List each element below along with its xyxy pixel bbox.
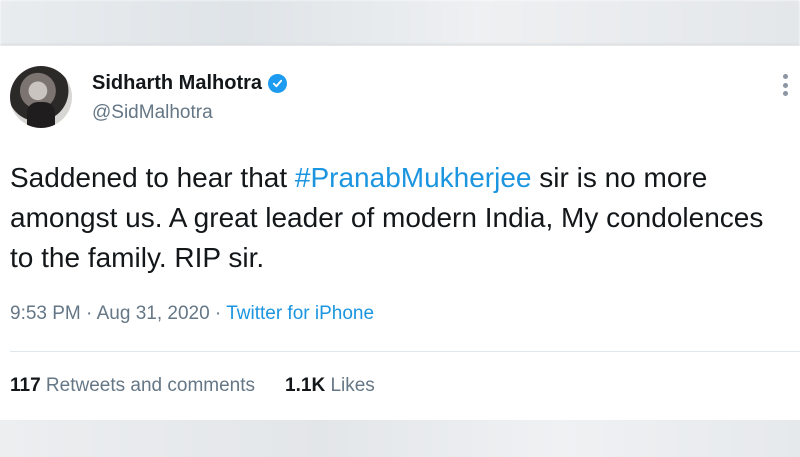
meta-separator-2: ·	[209, 303, 227, 324]
background-top-blur	[0, 0, 800, 46]
tweet-source-link[interactable]: Twitter for iPhone	[226, 303, 374, 324]
more-options-icon[interactable]	[782, 74, 788, 96]
retweets-count: 117	[10, 375, 41, 396]
tweet-card: Sidharth Malhotra @SidMalhotra Saddened …	[0, 46, 800, 420]
author-name-row: Sidharth Malhotra	[92, 72, 288, 95]
verified-badge-icon	[268, 74, 288, 93]
likes-count: 1.1K	[285, 375, 326, 396]
likes-stat[interactable]: 1.1K Likes	[285, 375, 375, 397]
tweet-date[interactable]: Aug 31, 2020	[97, 303, 210, 324]
tweet-meta: 9:53 PM · Aug 31, 2020 · Twitter for iPh…	[10, 303, 374, 325]
retweets-label: Retweets and comments	[40, 375, 256, 396]
author-name[interactable]: Sidharth Malhotra	[92, 72, 262, 95]
tweet-text: Saddened to hear that #PranabMukherjee s…	[10, 158, 780, 278]
background-bottom-blur	[0, 420, 800, 457]
avatar[interactable]	[10, 66, 72, 128]
tweet-time[interactable]: 9:53 PM	[10, 303, 81, 324]
tweet-stats: 117 Retweets and comments 1.1K Likes	[10, 375, 375, 397]
meta-separator: ·	[80, 303, 97, 324]
author-handle[interactable]: @SidMalhotra	[92, 102, 213, 124]
hashtag-link[interactable]: #PranabMukherjee	[295, 162, 532, 193]
likes-label: Likes	[325, 375, 375, 396]
divider	[10, 351, 800, 352]
tweet-text-before: Saddened to hear that	[10, 162, 295, 193]
retweets-stat[interactable]: 117 Retweets and comments	[10, 375, 255, 397]
